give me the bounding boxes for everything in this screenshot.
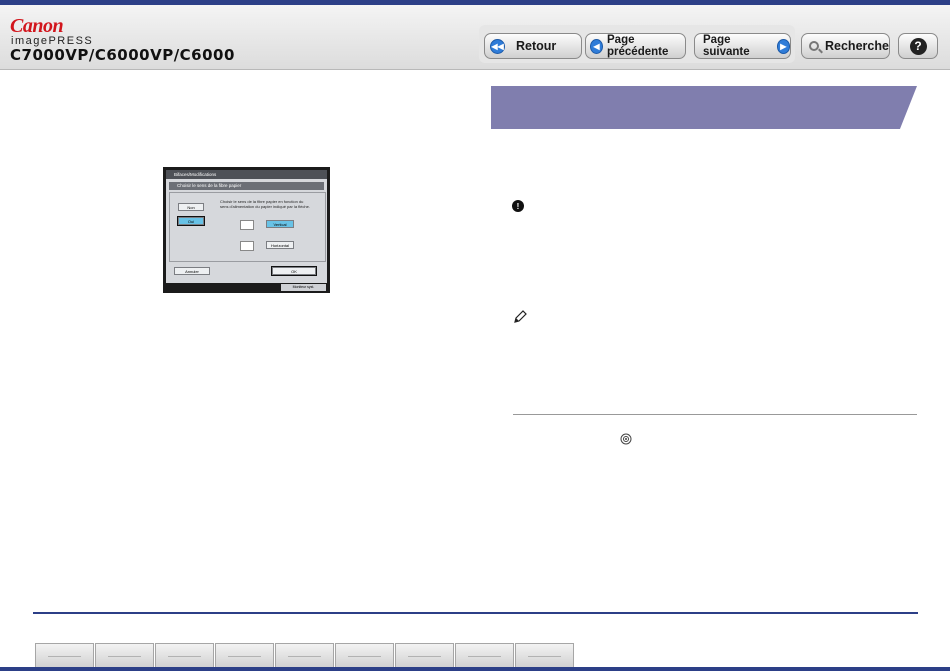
important-icon: ! [512, 200, 524, 212]
model-names: C7000VP/C6000VP/C6000 [10, 46, 235, 64]
footer-tab[interactable] [275, 643, 334, 668]
help-icon: ? [909, 37, 927, 55]
panel-screen: Bifaces/Modifications Choisir le sens de… [166, 170, 327, 283]
section-header-band [491, 86, 917, 129]
panel-no-button: Non [178, 203, 204, 211]
panel-paper-horizontal [240, 241, 254, 251]
panel-description: Choisir le sens de la fibre papier en fo… [220, 199, 310, 209]
panel-ok-button: OK [271, 266, 317, 276]
footer-tab[interactable] [515, 643, 574, 668]
footer-tab[interactable] [95, 643, 154, 668]
panel-title: Bifaces/Modifications [166, 170, 327, 179]
search-label: Recherche [825, 39, 889, 53]
footer-tab-bar [35, 643, 575, 668]
panel-content: Non Oui Choisir le sens de la fibre papi… [169, 192, 326, 262]
previous-arrow-icon: ◀ [590, 38, 604, 54]
footer-tab[interactable] [335, 643, 394, 668]
panel-horizontal-button: Horizontal [266, 241, 294, 249]
footer-tab[interactable] [395, 643, 454, 668]
footer-tab[interactable] [455, 643, 514, 668]
panel-yes-button: Oui [177, 216, 205, 226]
help-button[interactable]: ? [898, 33, 938, 59]
next-page-label: Page suivante [703, 34, 750, 58]
bottom-accent-bar [0, 667, 950, 671]
next-arrow-icon: ▶ [776, 38, 790, 54]
search-icon [809, 41, 819, 51]
touch-panel-screenshot: Bifaces/Modifications Choisir le sens de… [163, 167, 330, 293]
panel-paper-vertical [240, 220, 254, 230]
panel-status-button: Moniteur syst. [281, 284, 326, 291]
section-divider [513, 414, 917, 415]
gear-icon [620, 433, 632, 445]
footer-tab[interactable] [35, 643, 94, 668]
footer-tab[interactable] [155, 643, 214, 668]
rewind-icon: ◀◀ [490, 38, 505, 54]
pencil-note-icon [514, 310, 527, 323]
footer-tab[interactable] [215, 643, 274, 668]
back-button[interactable]: ◀◀ Retour [484, 33, 582, 59]
previous-page-button[interactable]: ◀ Page précédente [585, 33, 686, 59]
panel-cancel-button: Annuler [174, 267, 210, 275]
back-label: Retour [516, 39, 557, 53]
next-page-button[interactable]: Page suivante ▶ [694, 33, 791, 59]
previous-page-label: Page précédente [607, 34, 669, 58]
search-button[interactable]: Recherche [801, 33, 890, 59]
panel-vertical-button: Vertical [266, 220, 294, 228]
panel-subtitle: Choisir le sens de la fibre papier [169, 182, 324, 190]
footer-divider [33, 612, 918, 614]
